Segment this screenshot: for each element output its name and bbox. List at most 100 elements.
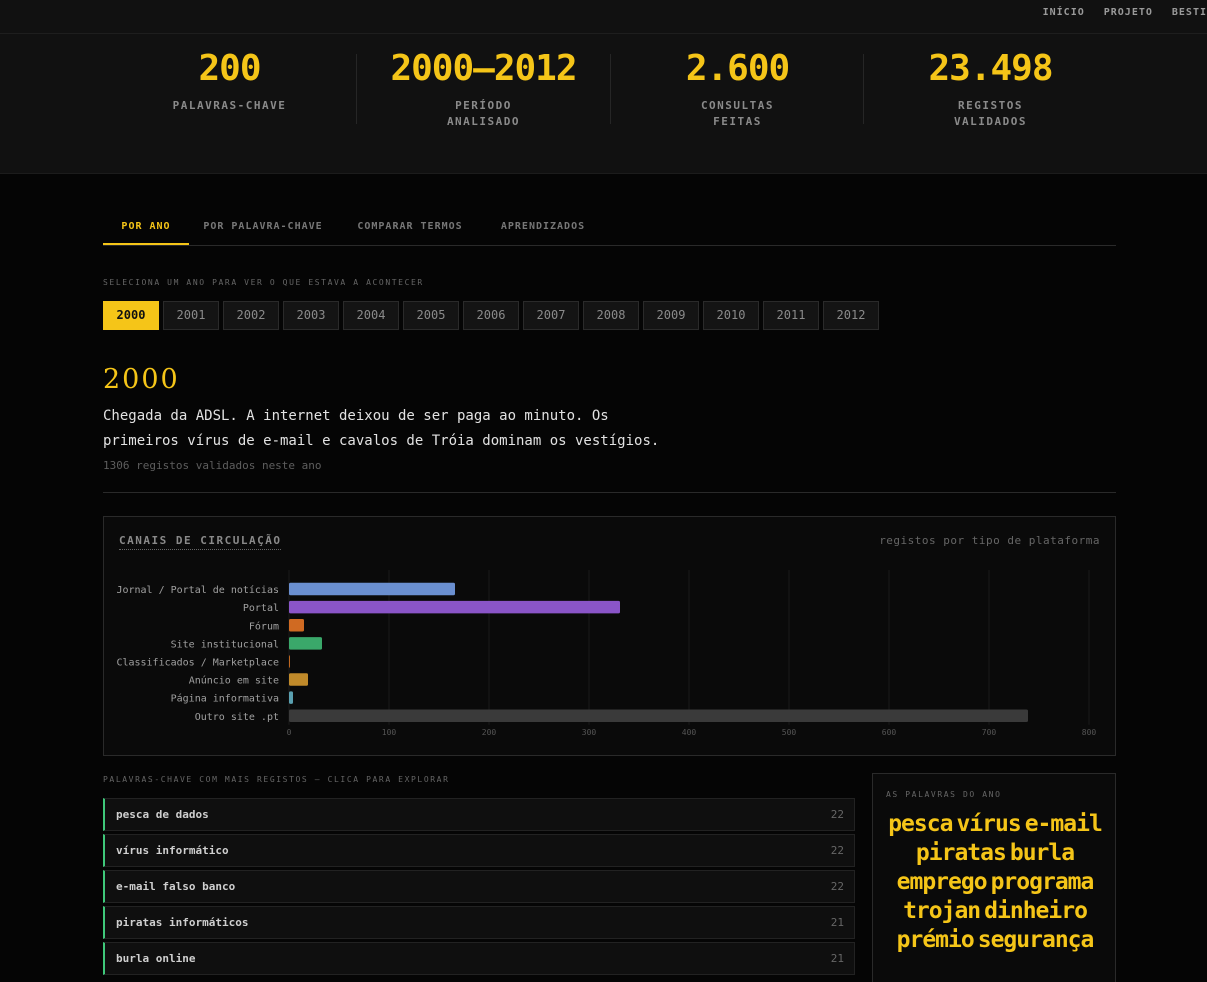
keyword-row[interactable]: piratas informáticos 21 [103,906,855,939]
year-button-2008[interactable]: 2008 [583,301,639,330]
category-label: Página informativa [171,693,279,705]
bar[interactable] [289,655,290,668]
keyword-count: 22 [830,808,844,821]
year-selector: 2000 2001 2002 2003 2004 2005 2006 2007 2008 2009… [103,301,879,330]
cloud-word[interactable]: segurança [978,926,1095,955]
x-tick-label: 400 [682,728,697,737]
tab-por-ano[interactable]: POR ANO [103,210,189,245]
x-tick-label: 500 [782,728,797,737]
year-title: 2000 [103,364,180,395]
cloud-word[interactable]: pesca [888,810,953,839]
stat-value: 2000–2012 [390,48,577,89]
category-label: Jornal / Portal de notícias [116,584,279,596]
nav-link-besti[interactable]: BESTI [1172,7,1207,18]
cloud-word[interactable]: dinheiro [984,897,1088,926]
year-button-2010[interactable]: 2010 [703,301,759,330]
stat-keywords: 200 PALAVRAS-CHAVE [103,48,356,114]
chart-subtitle: registos por tipo de plataforma [879,534,1100,547]
x-tick-label: 800 [1082,728,1097,737]
category-label: Portal [243,603,279,614]
category-label: Anúncio em site [189,675,279,687]
year-description: Chegada da ADSL. A internet deixou de se… [103,408,660,449]
view-tabs: POR ANO POR PALAVRA-CHAVE COMPARAR TERMO… [103,210,1116,246]
year-button-2009[interactable]: 2009 [643,301,699,330]
keyword-row[interactable]: burla online 21 [103,942,855,975]
year-hint: SELECIONA UM ANO PARA VER O QUE ESTAVA A… [103,278,424,287]
chart-title[interactable]: CANAIS DE CIRCULAÇÃO [119,534,282,550]
stat-period: 2000–2012 PERÍODO ANALISADO [357,48,610,130]
tab-comparar-termos[interactable]: COMPARAR TERMOS [350,210,470,245]
stat-label: PALAVRAS-CHAVE [172,99,287,112]
cloud-word[interactable]: burla [1010,839,1075,868]
keyword-count: 22 [830,880,844,893]
year-record-count: 1306 registos validados neste ano [103,459,322,472]
nav-links: INÍCIO PROJETO BESTI [1043,7,1207,18]
tab-por-palavra-chave[interactable]: POR PALAVRA-CHAVE [196,210,330,245]
bar[interactable] [289,582,455,596]
channels-bar-chart: 0 100 200 300 400 500 600 700 800 Jornal / Portal… [116,570,1097,737]
cloud-word[interactable]: emprego [897,868,988,897]
category-label: Site institucional [171,639,279,650]
keyword-name: burla online [116,952,196,965]
year-button-2003[interactable]: 2003 [283,301,339,330]
x-tick-label: 200 [482,728,497,737]
bar[interactable] [289,709,1028,723]
x-tick-label: 600 [882,728,897,737]
stat-label: PERÍODO ANALISADO [446,99,521,128]
nav-link-projeto[interactable]: PROJETO [1104,7,1153,18]
cloud-word[interactable]: piratas [916,839,1007,868]
cloud-word[interactable]: vírus [956,810,1021,839]
keyword-row[interactable]: vírus informático 22 [103,834,855,867]
bar[interactable] [289,637,322,650]
keyword-name: e-mail falso banco [116,880,236,893]
divider [103,492,1116,493]
top-navigation: INÍCIO PROJETO BESTI [0,0,1207,34]
keywords-list: pesca de dados 22 vírus informático 22 e-mai… [103,798,855,978]
words-of-year-panel: AS PALAVRAS DO ANO pesca vírus e-mail pirat… [872,773,1116,982]
cloud-word[interactable]: prémio [897,926,975,955]
keyword-row[interactable]: pesca de dados 22 [103,798,855,831]
year-button-2006[interactable]: 2006 [463,301,519,330]
stat-value: 23.498 [928,48,1053,89]
stat-value: 200 [198,48,261,89]
words-panel-title: AS PALAVRAS DO ANO [886,790,1002,799]
keyword-count: 21 [830,952,844,965]
year-button-2011[interactable]: 2011 [763,301,819,330]
keyword-name: pesca de dados [116,808,209,821]
keyword-row[interactable]: e-mail falso banco 22 [103,870,855,903]
stat-value: 2.600 [685,48,790,89]
keyword-count: 21 [830,916,844,929]
bar[interactable] [289,691,293,704]
stat-label: CONSULTAS FEITAS [700,99,775,128]
stat-label: REGISTOS VALIDADOS [953,99,1028,128]
year-button-2004[interactable]: 2004 [343,301,399,330]
bar[interactable] [289,600,620,614]
stat-queries: 2.600 CONSULTAS FEITAS [611,48,864,130]
cloud-word[interactable]: e-mail [1025,810,1103,839]
year-button-2000[interactable]: 2000 [103,301,159,330]
word-cloud: pesca vírus e-mail piratas burla emprego progr… [883,810,1107,955]
bar[interactable] [289,619,304,632]
keyword-name: piratas informáticos [116,916,249,929]
stats-banner: 200 PALAVRAS-CHAVE 2000–2012 PERÍODO ANA… [0,34,1207,174]
bar[interactable] [289,673,308,686]
year-button-2012[interactable]: 2012 [823,301,879,330]
category-label: Classificados / Marketplace [116,657,279,668]
keyword-count: 22 [830,844,844,857]
nav-link-inicio[interactable]: INÍCIO [1043,7,1085,18]
stat-records: 23.498 REGISTOS VALIDADOS [864,48,1117,130]
tab-aprendizados[interactable]: APRENDIZADOS [490,210,596,245]
category-label: Outro site .pt [195,712,279,723]
year-button-2002[interactable]: 2002 [223,301,279,330]
year-button-2001[interactable]: 2001 [163,301,219,330]
cloud-word[interactable]: trojan [903,897,981,926]
category-label: Fórum [249,620,279,632]
keyword-name: vírus informático [116,844,229,857]
keywords-hint: PALAVRAS-CHAVE COM MAIS REGISTOS — CLICA… [103,775,450,784]
year-button-2007[interactable]: 2007 [523,301,579,330]
x-tick-label: 0 [287,728,292,737]
cloud-word[interactable]: programa [991,868,1095,897]
year-button-2005[interactable]: 2005 [403,301,459,330]
x-tick-label: 300 [582,728,597,737]
x-tick-label: 100 [382,728,397,737]
